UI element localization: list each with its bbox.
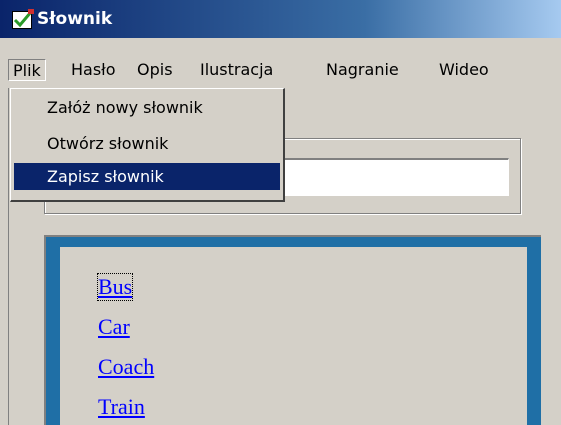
file-menu-dropdown: Załóż nowy słownik Otwórz słownik Zapisz…	[10, 88, 285, 202]
menu-item-new-dictionary[interactable]: Załóż nowy słownik	[14, 94, 280, 121]
dictionary-app-icon	[12, 9, 34, 29]
menu-ilustracja[interactable]: Ilustracja	[196, 59, 277, 81]
word-link-bus[interactable]: Bus	[96, 273, 134, 301]
menu-bar: Plik Hasło Opis Ilustracja Nagranie Wide…	[0, 52, 561, 88]
menu-haslo[interactable]: Hasło	[67, 59, 120, 81]
word-list: Bus Car Coach Train	[60, 247, 527, 425]
left-edge-divider	[8, 88, 9, 425]
menu-nagranie[interactable]: Nagranie	[322, 59, 403, 81]
menu-item-save-dictionary[interactable]: Zapisz słownik	[14, 163, 280, 190]
title-bar[interactable]: Słownik	[0, 0, 561, 38]
window-title: Słownik	[37, 9, 113, 29]
menu-item-open-dictionary[interactable]: Otwórz słownik	[14, 130, 280, 157]
word-list-panel: Bus Car Coach Train	[44, 235, 541, 425]
word-link-train[interactable]: Train	[98, 394, 145, 420]
menu-opis[interactable]: Opis	[133, 59, 177, 81]
menu-plik[interactable]: Plik	[8, 59, 46, 81]
word-link-coach[interactable]: Coach	[98, 354, 154, 380]
word-link-car[interactable]: Car	[98, 314, 130, 340]
menu-wideo[interactable]: Wideo	[435, 59, 493, 81]
